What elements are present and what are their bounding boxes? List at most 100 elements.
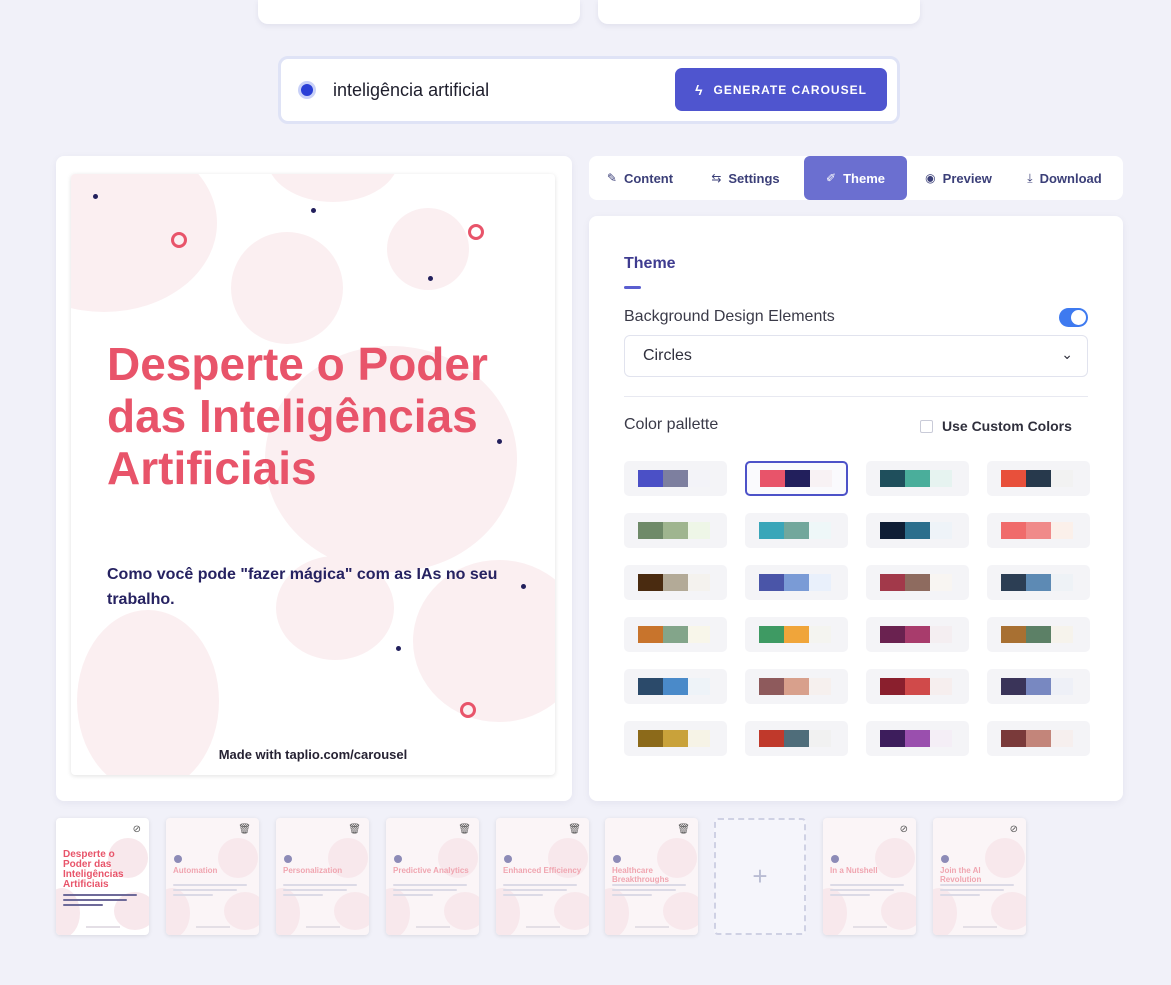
palette-swatch bbox=[663, 678, 688, 695]
palette-option[interactable] bbox=[624, 513, 727, 548]
palette-option[interactable] bbox=[624, 565, 727, 600]
slide-number-badge bbox=[174, 855, 182, 863]
palette-swatch bbox=[663, 522, 688, 539]
top-card-right bbox=[598, 0, 920, 24]
palette-swatch bbox=[930, 470, 952, 487]
thumbnail-text-line bbox=[393, 884, 467, 886]
palette-option[interactable] bbox=[624, 461, 727, 496]
tab-theme[interactable]: ✐ Theme bbox=[804, 156, 907, 200]
slide-thumbnail[interactable]: ⊘ Join the AI Revolution bbox=[933, 818, 1026, 935]
custom-colors-checkbox[interactable] bbox=[920, 419, 933, 433]
theme-panel: Theme Background Design Elements Circles… bbox=[589, 216, 1123, 801]
generate-carousel-button[interactable]: ϟ GENERATE CAROUSEL bbox=[675, 68, 887, 111]
thumbnail-text-line bbox=[940, 889, 1004, 891]
palette-option[interactable] bbox=[624, 721, 727, 756]
palette-swatch bbox=[1001, 730, 1026, 747]
slide-thumbnail[interactable]: ⊘ Desperte o Poder das Inteligências Arti… bbox=[56, 818, 149, 935]
trash-icon[interactable]: 🗑 bbox=[677, 824, 690, 835]
palette-swatch bbox=[809, 574, 831, 591]
color-palette-label: Color pallette bbox=[624, 416, 719, 433]
thumbnail-footer bbox=[306, 926, 340, 928]
ring-decoration bbox=[468, 224, 484, 240]
palette-option[interactable] bbox=[624, 617, 727, 652]
thumbnail-title: Automation bbox=[173, 866, 218, 875]
trash-icon[interactable]: 🗑 bbox=[568, 824, 581, 835]
top-card-left bbox=[258, 0, 580, 24]
palette-swatch bbox=[905, 678, 930, 695]
palette-swatch bbox=[784, 574, 809, 591]
palette-swatch bbox=[688, 470, 710, 487]
thumb-bg-circle bbox=[224, 892, 259, 930]
palette-swatch bbox=[1026, 522, 1051, 539]
tab-settings[interactable]: ⇆ Settings bbox=[687, 156, 804, 200]
add-slide-button[interactable]: + bbox=[714, 818, 806, 935]
palette-option[interactable] bbox=[745, 617, 848, 652]
thumb-bg-circle bbox=[334, 892, 369, 930]
trash-icon[interactable]: 🗑 bbox=[348, 824, 361, 835]
eye-off-icon[interactable]: ⊘ bbox=[133, 824, 141, 835]
palette-option[interactable] bbox=[987, 669, 1090, 704]
slide-footer: Made with taplio.com/carousel bbox=[218, 747, 408, 762]
slide-number-badge bbox=[831, 855, 839, 863]
palette-option[interactable] bbox=[745, 461, 848, 496]
thumbnail-footer bbox=[86, 926, 120, 928]
trash-icon[interactable]: 🗑 bbox=[458, 824, 471, 835]
slide-thumbnail[interactable]: 🗑 Predictive Analytics bbox=[386, 818, 479, 935]
topic-search-bar: ϟ GENERATE CAROUSEL bbox=[278, 56, 900, 124]
palette-swatch bbox=[930, 522, 952, 539]
palette-swatch bbox=[759, 730, 784, 747]
palette-swatch bbox=[880, 678, 905, 695]
slide-thumbnail[interactable]: 🗑 Automation bbox=[166, 818, 259, 935]
palette-option[interactable] bbox=[745, 721, 848, 756]
tab-preview[interactable]: ◉ Preview bbox=[907, 156, 1010, 200]
palette-option[interactable] bbox=[866, 721, 969, 756]
bg-elements-select[interactable]: Circles ⌄ bbox=[624, 335, 1088, 377]
palette-swatch bbox=[880, 470, 905, 487]
section-heading: Theme bbox=[624, 255, 676, 272]
palette-option[interactable] bbox=[987, 721, 1090, 756]
palette-option[interactable] bbox=[745, 513, 848, 548]
eye-off-icon[interactable]: ⊘ bbox=[900, 824, 908, 835]
palette-option[interactable] bbox=[987, 565, 1090, 600]
palette-option[interactable] bbox=[866, 617, 969, 652]
tab-label: Preview bbox=[942, 170, 992, 186]
palette-option[interactable] bbox=[866, 461, 969, 496]
trash-icon[interactable]: 🗑 bbox=[238, 824, 251, 835]
palette-option[interactable] bbox=[987, 513, 1090, 548]
palette-option[interactable] bbox=[987, 461, 1090, 496]
tab-content[interactable]: ✎ Content bbox=[593, 156, 687, 200]
topic-input[interactable] bbox=[333, 75, 663, 105]
slide-thumbnail[interactable]: ⊘ In a Nutshell bbox=[823, 818, 916, 935]
palette-swatch bbox=[809, 522, 831, 539]
palette-option[interactable] bbox=[745, 565, 848, 600]
thumbnail-text-line bbox=[830, 889, 894, 891]
thumb-bg-circle bbox=[881, 892, 916, 930]
bg-elements-label: Background Design Elements bbox=[624, 308, 835, 325]
slide-canvas[interactable]: Desperte o Poder das Inteligências Artif… bbox=[71, 174, 555, 775]
palette-option[interactable] bbox=[624, 669, 727, 704]
eye-off-icon[interactable]: ⊘ bbox=[1010, 824, 1018, 835]
palette-option[interactable] bbox=[866, 513, 969, 548]
palette-swatch bbox=[688, 730, 710, 747]
palette-swatch bbox=[880, 522, 905, 539]
palette-swatch bbox=[638, 574, 663, 591]
thumbnail-text-line bbox=[63, 899, 127, 901]
palette-swatch bbox=[688, 678, 710, 695]
palette-option[interactable] bbox=[866, 669, 969, 704]
slide-thumbnail[interactable]: 🗑 Personalization bbox=[276, 818, 369, 935]
palette-swatch bbox=[880, 626, 905, 643]
tab-label: Content bbox=[623, 170, 674, 186]
palette-swatch bbox=[759, 522, 784, 539]
slide-thumbnail[interactable]: 🗑 Enhanced Efficiency bbox=[496, 818, 589, 935]
palette-option[interactable] bbox=[745, 669, 848, 704]
thumb-bg-circle bbox=[991, 892, 1026, 930]
palette-option[interactable] bbox=[987, 617, 1090, 652]
thumbnail-text-line bbox=[612, 889, 676, 891]
bg-elements-toggle[interactable] bbox=[1059, 308, 1088, 327]
slide-thumbnail[interactable]: 🗑 Healthcare Breakthroughs bbox=[605, 818, 698, 935]
tab-download[interactable]: ⤓ Download bbox=[1010, 156, 1119, 200]
palette-option[interactable] bbox=[866, 565, 969, 600]
palette-grid bbox=[624, 461, 1090, 756]
custom-colors-option[interactable]: Use Custom Colors bbox=[920, 418, 1072, 434]
palette-swatch bbox=[638, 626, 663, 643]
